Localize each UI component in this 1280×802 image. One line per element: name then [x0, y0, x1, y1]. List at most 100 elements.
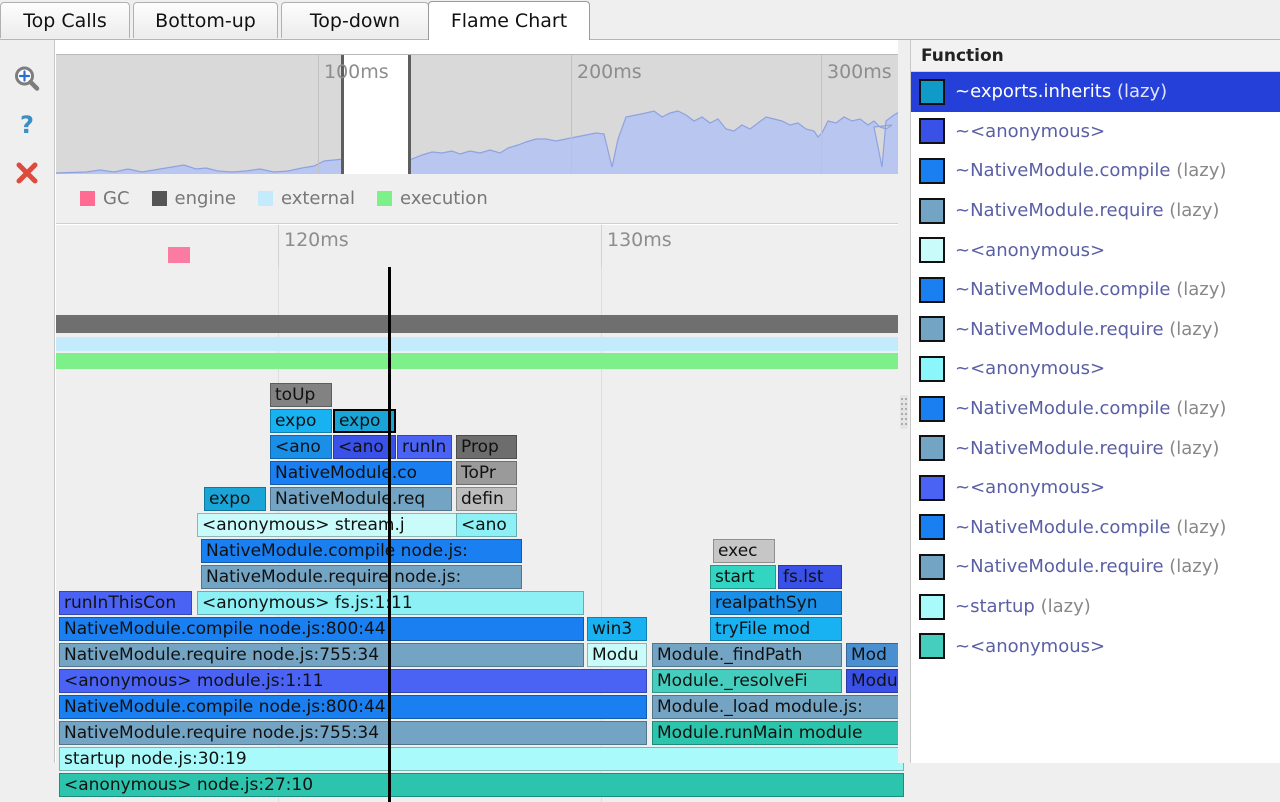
function-name: ~NativeModule.compile (lazy) — [955, 279, 1226, 300]
function-list-item[interactable]: ~<anonymous> — [911, 468, 1280, 508]
flame-block[interactable]: NativeModule.co — [270, 461, 452, 485]
function-color-swatch — [919, 237, 945, 263]
function-list-item[interactable]: ~<anonymous> — [911, 349, 1280, 389]
zoom-in-icon[interactable] — [8, 60, 46, 98]
function-list-item[interactable]: ~exports.inherits (lazy) — [911, 72, 1280, 112]
legend-label: GC — [103, 188, 130, 209]
help-icon[interactable]: ? — [8, 107, 46, 145]
function-name: ~exports.inherits (lazy) — [955, 81, 1167, 102]
flame-block[interactable]: Module._load module.js: — [652, 695, 904, 719]
track-legend: GCengineexternalexecution — [56, 174, 904, 224]
function-list-item[interactable]: ~startup (lazy) — [911, 587, 1280, 627]
flame-block[interactable]: expo — [333, 409, 396, 433]
function-list-item[interactable]: ~NativeModule.require (lazy) — [911, 428, 1280, 468]
flame-block[interactable]: fs.lst — [778, 565, 842, 589]
tab-top-calls[interactable]: Top Calls — [0, 2, 130, 38]
splitter-dot — [905, 423, 907, 425]
flame-block[interactable]: runInThisCon — [59, 591, 192, 615]
overview-activity-graph — [56, 55, 904, 174]
function-color-swatch — [919, 198, 945, 224]
function-name: ~NativeModule.compile (lazy) — [955, 398, 1226, 419]
flame-block[interactable]: Module.runMain module — [652, 721, 904, 745]
function-column-header[interactable]: Function — [911, 40, 1280, 72]
function-list-item[interactable]: ~NativeModule.require (lazy) — [911, 191, 1280, 231]
function-lazy-tag: (lazy) — [1111, 81, 1167, 102]
flame-block[interactable]: ToPr — [456, 461, 517, 485]
svg-text:?: ? — [20, 111, 34, 139]
flame-block[interactable]: <ano — [456, 513, 517, 537]
flame-block[interactable]: NativeModule.compile node.js: — [201, 539, 522, 563]
function-color-swatch — [919, 158, 945, 184]
gc-marker[interactable] — [168, 247, 190, 263]
function-list-item[interactable]: ~<anonymous> — [911, 230, 1280, 270]
splitter-dot — [905, 403, 907, 405]
flame-block[interactable]: NativeModule.compile node.js:800:44 — [59, 695, 647, 719]
ruler-tick-label: 130ms — [607, 229, 672, 251]
overview-selection-handle-right[interactable] — [408, 55, 411, 174]
ruler-gridline — [601, 225, 602, 267]
flame-block[interactable]: Modu — [846, 669, 904, 693]
flame-block[interactable]: Modu — [587, 643, 647, 667]
tab-top-down[interactable]: Top-down — [281, 2, 429, 38]
flame-block[interactable]: NativeModule.require node.js:755:34 — [59, 721, 647, 745]
flame-block[interactable]: Module._findPath — [652, 643, 842, 667]
flame-block[interactable]: exec — [713, 539, 775, 563]
flame-block[interactable]: <ano — [333, 435, 396, 459]
function-color-swatch — [919, 633, 945, 659]
flame-block[interactable]: tryFile mod — [710, 617, 842, 641]
function-name: ~NativeModule.require (lazy) — [955, 438, 1219, 459]
function-color-swatch — [919, 356, 945, 382]
function-list-item[interactable]: ~NativeModule.require (lazy) — [911, 310, 1280, 350]
overview-timeline[interactable]: 100ms200ms300ms — [56, 54, 904, 175]
function-list-item[interactable]: ~<anonymous> — [911, 626, 1280, 666]
function-lazy-tag: (lazy) — [1170, 517, 1226, 538]
function-name: ~<anonymous> — [955, 636, 1105, 657]
flame-block[interactable]: expo — [270, 409, 332, 433]
function-name: ~NativeModule.require (lazy) — [955, 200, 1219, 221]
flame-block[interactable]: NativeModule.req — [270, 487, 452, 511]
legend-swatch-execution — [377, 191, 392, 206]
function-list-item[interactable]: ~NativeModule.compile (lazy) — [911, 270, 1280, 310]
flame-block[interactable]: startup node.js:30:19 — [59, 747, 904, 771]
function-color-swatch — [919, 554, 945, 580]
flame-block[interactable]: NativeModule.compile node.js:800:44 — [59, 617, 584, 641]
flame-block[interactable]: Prop — [456, 435, 517, 459]
flame-block[interactable]: <ano — [270, 435, 332, 459]
function-list-item[interactable]: ~NativeModule.compile (lazy) — [911, 508, 1280, 548]
function-list[interactable]: ~exports.inherits (lazy)~<anonymous>~Nat… — [911, 72, 1280, 763]
flame-block[interactable]: <anonymous> module.js:1:11 — [59, 669, 647, 693]
splitter-dot — [901, 398, 903, 400]
flame-block[interactable]: NativeModule.require node.js:755:34 — [59, 643, 584, 667]
flame-block[interactable]: NativeModule.require node.js: — [201, 565, 522, 589]
function-name: ~<anonymous> — [955, 121, 1105, 142]
splitter-dot — [905, 398, 907, 400]
panel-splitter[interactable] — [898, 40, 910, 763]
playhead-cursor[interactable] — [388, 267, 391, 802]
function-lazy-tag: (lazy) — [1164, 319, 1220, 340]
function-list-item[interactable]: ~NativeModule.require (lazy) — [911, 547, 1280, 587]
legend-swatch-gc — [80, 191, 95, 206]
flame-block[interactable]: defin — [456, 487, 517, 511]
flame-block[interactable]: start — [710, 565, 776, 589]
flame-block[interactable]: realpathSyn — [710, 591, 842, 615]
function-list-item[interactable]: ~NativeModule.compile (lazy) — [911, 151, 1280, 191]
flame-block[interactable]: Mod — [846, 643, 904, 667]
flame-block[interactable]: expo — [204, 487, 266, 511]
close-icon[interactable] — [8, 154, 46, 192]
function-list-item[interactable]: ~<anonymous> — [911, 112, 1280, 152]
flame-block[interactable]: toUp — [270, 383, 332, 407]
tab-bottom-up[interactable]: Bottom-up — [133, 2, 278, 38]
function-name: ~<anonymous> — [955, 358, 1105, 379]
legend-swatch-external — [258, 191, 273, 206]
flame-block[interactable]: win3 — [587, 617, 647, 641]
flame-block[interactable]: Module._resolveFi — [652, 669, 842, 693]
function-lazy-tag: (lazy) — [1164, 556, 1220, 577]
flame-block[interactable]: <anonymous> node.js:27:10 — [59, 773, 904, 797]
function-list-item[interactable]: ~NativeModule.compile (lazy) — [911, 389, 1280, 429]
tab-flame-chart[interactable]: Flame Chart — [428, 1, 590, 40]
legend-item-execution: execution — [377, 188, 488, 209]
function-lazy-tag: (lazy) — [1035, 596, 1091, 617]
time-ruler[interactable]: 120ms130ms — [56, 225, 904, 268]
flame-block[interactable]: runIn — [397, 435, 452, 459]
flame-chart-tracks[interactable]: toUpexpoexpo<ano<anorunInPropNativeModul… — [56, 267, 904, 802]
